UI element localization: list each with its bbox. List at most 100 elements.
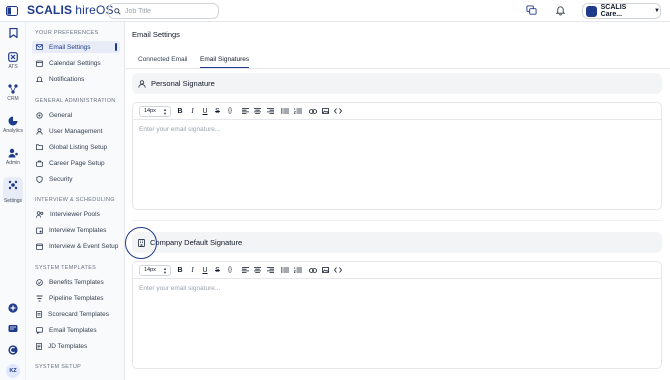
rail-item-admin[interactable]: Admin xyxy=(0,148,26,166)
link-icon[interactable] xyxy=(307,106,319,117)
strikethrough-icon[interactable]: S xyxy=(212,265,224,276)
sidebar-item-global-listing-setup[interactable]: Global Listing Setup xyxy=(32,141,120,153)
sidebar-item-general[interactable]: General xyxy=(32,109,120,121)
align-center-icon[interactable] xyxy=(252,106,264,117)
personal-signature-title: Personal Signature xyxy=(151,79,215,88)
align-right-icon[interactable] xyxy=(264,265,276,276)
calendar-icon xyxy=(36,60,43,67)
underline-icon[interactable]: U xyxy=(199,106,211,117)
bullet-list-icon[interactable] xyxy=(279,265,291,276)
code-block-icon[interactable]: {} xyxy=(224,106,236,117)
sidebar-item-notifications[interactable]: Notifications xyxy=(32,73,120,85)
rail-item-analytics[interactable]: Analytics xyxy=(0,116,26,134)
font-size-select[interactable]: 14px ▲ ▼ xyxy=(139,264,171,276)
calendar-icon xyxy=(36,243,43,250)
user-icon xyxy=(36,127,43,135)
bullet-list-icon[interactable] xyxy=(279,106,291,117)
stepper-icon: ▲ ▼ xyxy=(163,106,167,116)
tab-connected-email[interactable]: Connected Email xyxy=(138,56,188,68)
personal-signature-editor: 14px ▲ ▼ B I U S {} Enter your email sign… xyxy=(132,102,662,210)
section-title-general-admin: GENERAL ADMINISTRATION xyxy=(35,98,116,104)
align-left-icon[interactable] xyxy=(239,265,251,276)
rail-label-ats: ATS xyxy=(8,64,18,70)
sidebar-item-label: Interview Templates xyxy=(49,226,107,234)
align-center-icon[interactable] xyxy=(252,265,264,276)
bold-icon[interactable]: B xyxy=(174,106,186,117)
sidebar-toggle-icon[interactable] xyxy=(6,6,18,16)
align-left-icon[interactable] xyxy=(239,106,251,117)
sidebar-item-pipeline-templates[interactable]: Pipeline Templates xyxy=(32,292,120,304)
rail-item-ats[interactable]: ATS xyxy=(0,52,26,70)
rail-label-crm: CRM xyxy=(7,96,19,102)
module-rail: ATS CRM Analytics Admin Settings KZ xyxy=(0,22,26,380)
numbered-list-icon[interactable] xyxy=(292,265,304,276)
editor-toolbar: 14px ▲ ▼ B I U S {} xyxy=(133,262,661,279)
bell-icon[interactable] xyxy=(555,5,566,16)
stepper-icon: ▲ ▼ xyxy=(163,265,167,275)
image-icon[interactable] xyxy=(319,106,331,117)
sidebar-item-calendar-settings[interactable]: Calendar Settings xyxy=(32,57,120,69)
search-input[interactable] xyxy=(125,7,215,15)
bell-icon xyxy=(36,76,43,82)
chat-icon[interactable] xyxy=(526,5,537,16)
bookmark-icon xyxy=(8,28,18,38)
sidebar-item-label: Pipeline Templates xyxy=(49,294,104,302)
section-title-interview: INTERVIEW & SCHEDULING xyxy=(35,197,115,203)
sidebar-item-user-management[interactable]: User Management xyxy=(32,125,120,137)
search-box[interactable] xyxy=(108,3,219,19)
company-signature-title: Company Default Signature xyxy=(150,238,243,247)
rail-help-button[interactable] xyxy=(0,345,26,355)
strikethrough-icon[interactable]: S xyxy=(212,106,224,117)
chevron-down-icon: ▼ xyxy=(654,8,660,14)
image-icon[interactable] xyxy=(319,265,331,276)
sidebar-item-interview-templates[interactable]: Interview Templates xyxy=(32,224,120,236)
code-icon[interactable] xyxy=(332,265,344,276)
rail-item-bookmarks[interactable] xyxy=(0,28,26,38)
personal-signature-input[interactable]: Enter your email signature... xyxy=(133,120,661,139)
sidebar-item-career-page-setup[interactable]: Career Page Setup xyxy=(32,157,120,169)
code-icon[interactable] xyxy=(332,106,344,117)
app-root: SCALIS hireOS SCALIS Care... ▼ xyxy=(0,0,670,380)
document-icon xyxy=(36,310,42,318)
section-title-system-setup: SYSTEM SETUP xyxy=(35,364,82,370)
sidebar-item-email-templates[interactable]: Email Templates xyxy=(32,324,120,336)
sidebar-item-security[interactable]: Security xyxy=(32,173,120,185)
crm-icon xyxy=(8,84,18,94)
sidebar-item-scorecard-templates[interactable]: Scorecard Templates xyxy=(32,308,120,320)
italic-icon[interactable]: I xyxy=(187,106,199,117)
pipeline-icon xyxy=(36,295,43,301)
sidebar-item-label: Career Page Setup xyxy=(49,159,105,167)
font-size-select[interactable]: 14px ▲ ▼ xyxy=(139,105,171,117)
message-square-icon xyxy=(36,326,43,334)
sidebar-item-interviewer-pools[interactable]: Interviewer Pools xyxy=(32,208,120,220)
settings-sidebar: YOUR PREFERENCES Email Settings Calendar… xyxy=(26,22,125,380)
file-text-icon xyxy=(36,342,42,350)
italic-icon[interactable]: I xyxy=(187,265,199,276)
personal-signature-header: Personal Signature xyxy=(132,73,662,94)
sidebar-item-jd-templates[interactable]: JD Templates xyxy=(32,340,120,352)
app-logo[interactable]: SCALIS hireOS xyxy=(27,3,114,17)
align-right-icon[interactable] xyxy=(264,106,276,117)
bold-icon[interactable]: B xyxy=(174,265,186,276)
sidebar-item-email-settings[interactable]: Email Settings xyxy=(32,41,120,53)
settings-icon xyxy=(8,180,18,190)
company-signature-input[interactable]: Enter your email signature... xyxy=(133,279,661,298)
sidebar-item-label: Interview & Event Setup xyxy=(49,242,119,250)
company-signature-editor: 14px ▲ ▼ B I U S {} Enter your email sign… xyxy=(132,261,662,369)
sidebar-item-benefits-templates[interactable]: Benefits Templates xyxy=(32,276,120,288)
rail-messages-button[interactable] xyxy=(0,324,26,334)
code-block-icon[interactable]: {} xyxy=(224,265,236,276)
rail-item-crm[interactable]: CRM xyxy=(0,84,26,102)
underline-icon[interactable]: U xyxy=(199,265,211,276)
rail-add-button[interactable] xyxy=(0,303,26,313)
font-size-value: 14px xyxy=(144,267,156,273)
account-switcher[interactable]: SCALIS Care... ▼ xyxy=(582,3,661,19)
messages-icon xyxy=(8,325,18,332)
numbered-list-icon[interactable] xyxy=(292,106,304,117)
avatar[interactable]: KZ xyxy=(6,364,20,378)
sidebar-item-interview-event-setup[interactable]: Interview & Event Setup xyxy=(32,240,120,252)
link-icon[interactable] xyxy=(307,265,319,276)
sidebar-item-label: Benefits Templates xyxy=(49,278,104,286)
font-size-value: 14px xyxy=(144,108,156,114)
tab-email-signatures[interactable]: Email Signatures xyxy=(200,56,250,68)
